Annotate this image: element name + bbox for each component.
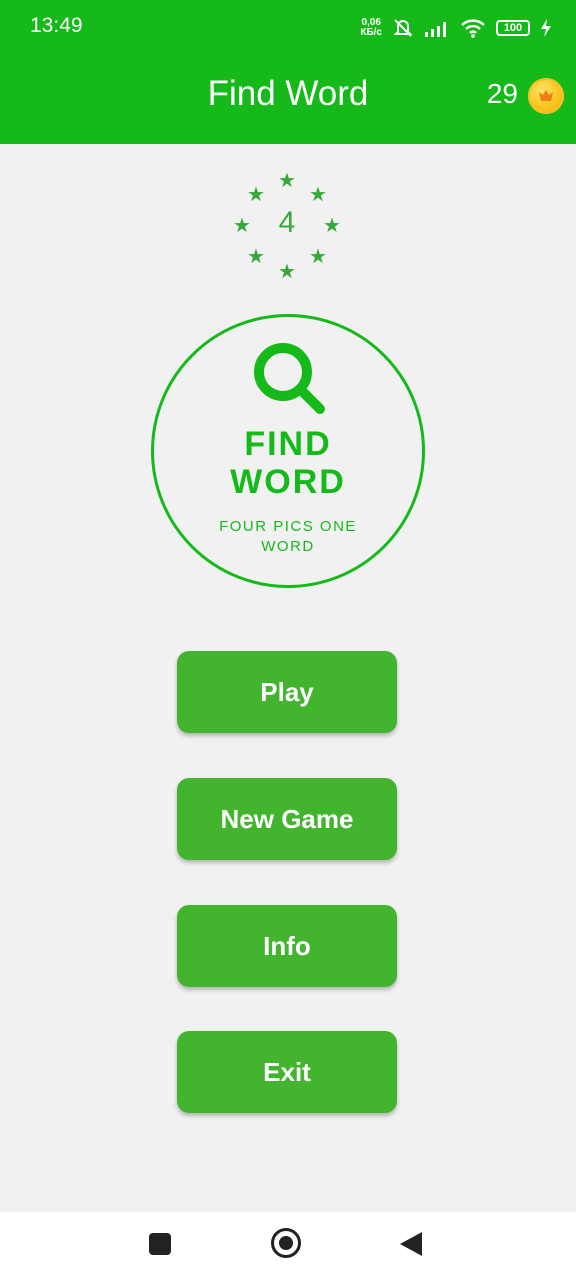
app-logo: FIND WORD FOUR PICS ONE WORD [151, 314, 425, 588]
status-icons: 0,06 КБ/с 100 [360, 14, 552, 42]
signal-icon [425, 22, 446, 37]
info-button[interactable]: Info [177, 905, 397, 987]
network-speed-unit: КБ/с [360, 27, 382, 38]
network-speed: 0,06 КБ/с [360, 18, 382, 38]
status-bar: 13:49 0,06 КБ/с 100 [0, 0, 576, 54]
exit-button[interactable]: Exit [177, 1031, 397, 1113]
coin-icon [528, 78, 564, 114]
play-button[interactable]: Play [177, 651, 397, 733]
star-icon: ★ [309, 182, 327, 206]
recents-square-icon[interactable] [149, 1233, 171, 1255]
app-header: Find Word 29 [0, 54, 576, 144]
level-number: 4 [278, 206, 296, 239]
home-circle-icon[interactable] [271, 1228, 301, 1258]
mute-bell-icon [393, 19, 413, 37]
home-dot [279, 1236, 293, 1250]
logo-title: FIND WORD [154, 425, 422, 501]
status-time: 13:49 [30, 14, 83, 37]
logo-subtitle: FOUR PICS ONE WORD [219, 518, 357, 555]
coin-count: 29 [486, 78, 518, 109]
star-icon: ★ [309, 244, 327, 268]
charging-bolt-icon [541, 19, 551, 37]
wifi-icon [461, 19, 485, 38]
level-badge: ★ ★ ★ ★ ★ ★ ★ ★ 4 [228, 168, 346, 286]
logo-title-line1: FIND [244, 425, 332, 463]
star-icon: ★ [278, 168, 296, 192]
system-nav-bar [0, 1212, 576, 1280]
back-triangle-icon[interactable] [400, 1232, 422, 1256]
battery-icon: 100 [496, 20, 530, 36]
search-icon [254, 343, 325, 414]
logo-title-line2: WORD [230, 463, 346, 501]
star-icon: ★ [247, 244, 265, 268]
star-icon: ★ [278, 259, 296, 283]
star-icon: ★ [247, 182, 265, 206]
new-game-button[interactable]: New Game [177, 778, 397, 860]
